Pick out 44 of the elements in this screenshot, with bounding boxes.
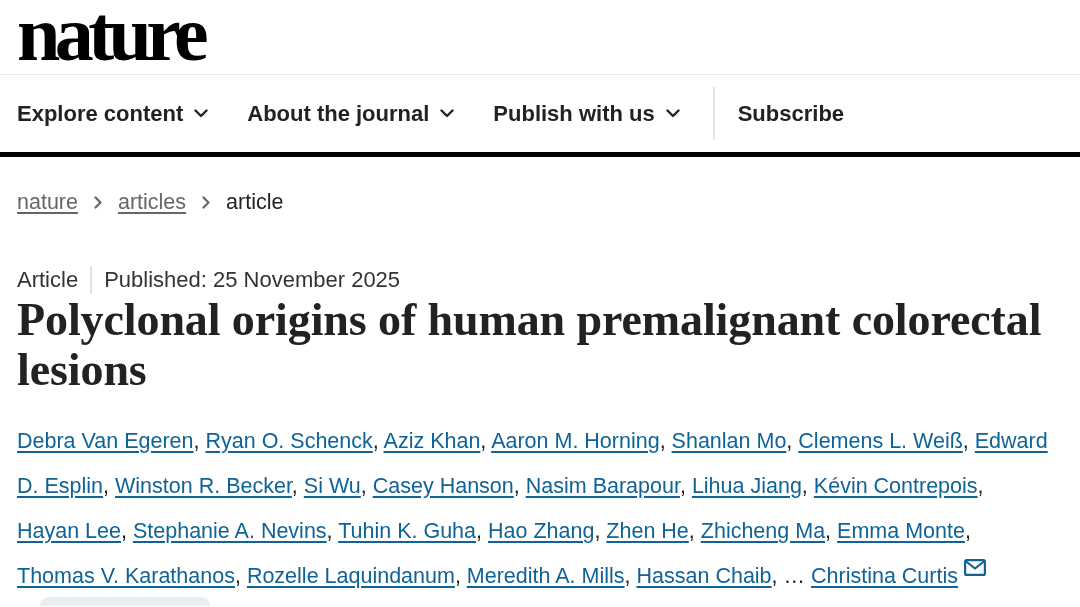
chevron-down-icon <box>194 109 209 118</box>
author-link[interactable]: Hassan Chaib <box>636 564 772 588</box>
author-link[interactable]: Lihua Jiang <box>691 474 802 498</box>
breadcrumb-link[interactable]: nature <box>17 190 78 214</box>
author-link[interactable]: Christina Curtis <box>811 564 958 588</box>
author-link[interactable]: Shanlan Mo <box>671 429 787 453</box>
author-link[interactable]: Zhicheng Ma <box>700 519 826 543</box>
author-link[interactable]: Aziz Khan <box>383 429 481 453</box>
breadcrumb-link[interactable]: articles <box>117 190 187 214</box>
author-link[interactable]: Zhen He <box>606 519 689 543</box>
article-type: Article <box>17 268 79 292</box>
nav-dropdown-button[interactable]: Explore content <box>17 100 209 127</box>
author-link[interactable]: Debra Van Egeren <box>17 429 194 453</box>
author-link[interactable]: Kévin Contrepois <box>813 474 978 498</box>
author-link[interactable]: D. Esplin <box>17 474 104 498</box>
author-link[interactable]: Edward <box>974 429 1048 453</box>
nav-dropdown-button[interactable]: About the journal <box>247 100 455 127</box>
author-link[interactable]: Emma Monte <box>837 519 965 543</box>
breadcrumb-current: article <box>226 190 284 214</box>
author-link[interactable]: Tuhin K. Guha <box>338 519 477 543</box>
author-link[interactable]: Casey Hanson <box>372 474 514 498</box>
author-link[interactable]: Si Wu <box>303 474 361 498</box>
author-link[interactable]: Hao Zhang <box>488 519 595 543</box>
author-link[interactable]: Meredith A. Mills <box>466 564 625 588</box>
journal-logo[interactable]: nature <box>17 0 203 73</box>
nav-dropdown-button[interactable]: Publish with us <box>493 100 680 127</box>
article-title: Polyclonal origins of human premalignant colorectal lesions <box>17 295 1043 395</box>
publish-date: Published: 25 November 2025 <box>104 268 401 292</box>
envelope-icon[interactable] <box>964 559 986 576</box>
nav-link[interactable]: Subscribe <box>737 100 845 127</box>
author-link[interactable]: Hayan Lee <box>17 519 121 543</box>
author-link[interactable]: Thomas V. Karathanos <box>17 564 235 588</box>
chevron-right-icon <box>202 195 211 209</box>
author-link[interactable]: Nasim Barapour <box>525 474 680 498</box>
chevron-down-icon <box>440 109 455 118</box>
author-link[interactable]: Aaron M. Horning <box>491 429 660 453</box>
author-link[interactable]: Winston R. Becker <box>115 474 292 498</box>
author-link[interactable]: Clemens L. Weiß <box>798 429 963 453</box>
author-list: Debra Van Egeren, Ryan O. Schenck, Aziz Khan, Aaron M. Horning, Shanlan Mo, Clemens L. Weiß, Edward D. Esplin, Winston R. Becker, Si Wu, Casey Hanson, Nasim Barapour, Lihua Jiang, Kévin Contrepois, Hayan Lee, Stephanie A. Nevins, Tuhin K. Guha, Hao Zhang, Zhen He, Zhicheng Ma, Emma Monte, Thomas V. Karathanos, Rozelle Laquindanum, Meredith A. Mills, Hassan Chaib, … Christina Curtis <box>17 419 1063 599</box>
chevron-right-icon <box>93 195 102 209</box>
author-link[interactable]: Rozelle Laquindanum <box>246 564 455 588</box>
chevron-down-icon <box>665 109 680 118</box>
author-link[interactable]: Stephanie A. Nevins <box>132 519 327 543</box>
author-link[interactable]: Ryan O. Schenck <box>205 429 373 453</box>
